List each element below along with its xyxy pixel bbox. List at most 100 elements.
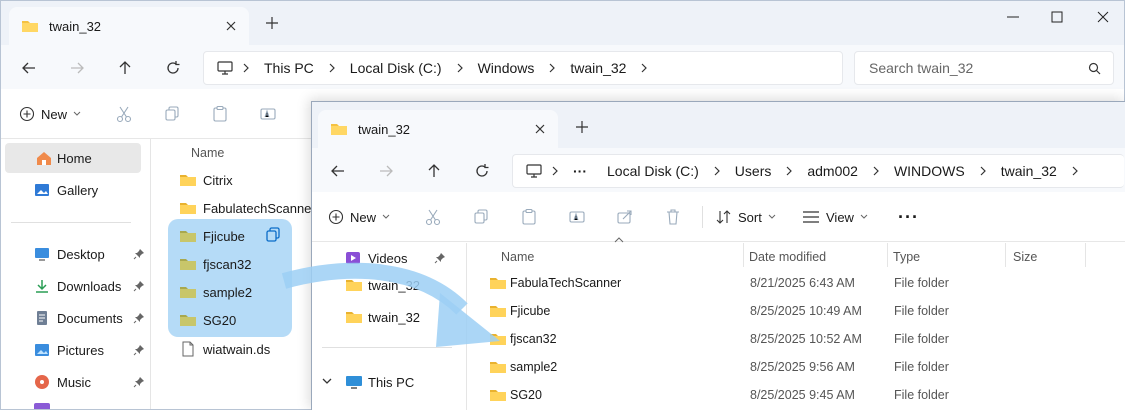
copy-icon[interactable] xyxy=(163,105,181,123)
forward-button[interactable] xyxy=(374,159,398,183)
file-type: File folder xyxy=(894,332,949,346)
new-tab-icon[interactable] xyxy=(573,118,591,136)
new-button[interactable]: New xyxy=(328,205,390,229)
file-type: File folder xyxy=(894,388,949,402)
up-button[interactable] xyxy=(422,159,446,183)
home-icon xyxy=(37,152,51,165)
breadcrumb-item[interactable]: adm002 xyxy=(801,163,864,179)
chevron-right-icon xyxy=(234,63,258,73)
column-header-type[interactable]: Type xyxy=(893,243,920,271)
back-button[interactable] xyxy=(326,159,350,183)
search-input[interactable]: Search twain_32 xyxy=(869,60,973,76)
cut-icon[interactable] xyxy=(115,105,133,123)
nav-item-music[interactable]: Music xyxy=(1,367,147,397)
nav-item-home[interactable]: Home xyxy=(5,143,141,173)
close-window-icon[interactable] xyxy=(1093,9,1113,25)
up-button[interactable] xyxy=(113,56,137,80)
title-bar: twain_32 xyxy=(312,102,1125,148)
file-name: FabulaTechScanner xyxy=(510,276,622,290)
folder-icon xyxy=(331,124,347,135)
list-item[interactable]: sample2 xyxy=(179,278,252,306)
command-bar: New Sort View ··· xyxy=(312,192,1125,242)
address-bar[interactable]: ··· Local Disk (C:) Users adm002 WINDOWS… xyxy=(512,154,1124,188)
computer-icon xyxy=(217,61,233,75)
share-icon[interactable] xyxy=(616,208,634,226)
cut-icon[interactable] xyxy=(424,208,442,226)
pin-icon xyxy=(133,281,144,292)
close-tab-icon[interactable] xyxy=(223,18,239,34)
more-options-button[interactable]: ··· xyxy=(898,205,919,229)
breadcrumb-item[interactable]: Windows xyxy=(472,60,541,76)
table-row[interactable]: Fjicube 8/25/2025 10:49 AM File folder xyxy=(469,297,1125,325)
new-tab-icon[interactable] xyxy=(263,14,281,32)
breadcrumb-item[interactable]: twain_32 xyxy=(995,163,1063,179)
nav-item-this-pc[interactable]: This PC xyxy=(312,367,462,397)
drag-arrow-icon xyxy=(281,262,500,347)
back-button[interactable] xyxy=(17,56,41,80)
list-item[interactable]: Citrix xyxy=(179,166,233,194)
breadcrumb-item[interactable]: Local Disk (C:) xyxy=(601,163,705,179)
nav-label: Desktop xyxy=(57,247,105,262)
nav-item-pictures[interactable]: Pictures xyxy=(1,335,147,365)
paste-icon[interactable] xyxy=(520,208,538,226)
new-button[interactable]: New xyxy=(19,102,81,126)
column-header-date[interactable]: Date modified xyxy=(749,243,826,271)
breadcrumb-item[interactable]: This PC xyxy=(258,60,320,76)
breadcrumb-item[interactable]: twain_32 xyxy=(564,60,632,76)
sort-button[interactable]: Sort xyxy=(716,205,776,229)
date-modified: 8/25/2025 9:45 AM xyxy=(750,388,855,402)
chevron-down-icon xyxy=(73,111,81,116)
refresh-icon xyxy=(167,61,180,74)
refresh-button[interactable] xyxy=(161,56,185,80)
column-header-size[interactable]: Size xyxy=(1013,243,1037,271)
delete-icon[interactable] xyxy=(664,208,682,226)
tab-twain-32[interactable]: twain_32 xyxy=(9,7,249,45)
paste-icon[interactable] xyxy=(211,105,229,123)
nav-label: This PC xyxy=(368,375,415,390)
list-item[interactable]: wiatwain.ds xyxy=(179,335,270,363)
list-item[interactable]: fjscan32 xyxy=(179,250,251,278)
chevron-right-icon xyxy=(971,166,995,176)
maximize-icon[interactable] xyxy=(1047,9,1067,25)
table-row[interactable]: fjscan32 8/25/2025 10:52 AM File folder xyxy=(469,325,1125,353)
computer-icon xyxy=(526,164,542,178)
copy-icon[interactable] xyxy=(472,208,490,226)
chevron-right-icon xyxy=(448,63,472,73)
folder-icon xyxy=(180,231,196,242)
file-name: FabulatechScanner xyxy=(203,200,316,216)
nav-item-documents[interactable]: Documents xyxy=(1,303,147,333)
nav-item-downloads[interactable]: Downloads xyxy=(1,271,147,301)
chevron-down-icon[interactable] xyxy=(322,378,332,386)
breadcrumb-item[interactable]: Local Disk (C:) xyxy=(344,60,448,76)
search-box[interactable]: Search twain_32 xyxy=(854,51,1114,85)
address-bar[interactable]: This PC Local Disk (C:) Windows twain_32 xyxy=(203,51,843,85)
view-button[interactable]: View xyxy=(802,205,868,229)
nav-item-gallery[interactable]: Gallery xyxy=(1,175,147,205)
rename-icon[interactable] xyxy=(259,105,277,123)
toolbar-divider xyxy=(702,206,703,228)
close-tab-icon[interactable] xyxy=(532,121,548,137)
nav-label: Documents xyxy=(57,311,123,326)
minimize-icon[interactable] xyxy=(1003,9,1023,25)
breadcrumb-overflow[interactable]: ··· xyxy=(567,163,593,179)
table-row[interactable]: SG20 8/25/2025 9:45 AM File folder xyxy=(469,381,1125,409)
nav-label: Downloads xyxy=(57,279,122,294)
chevron-right-icon xyxy=(320,63,344,73)
breadcrumb-item[interactable]: WINDOWS xyxy=(888,163,971,179)
breadcrumb-item[interactable]: Users xyxy=(729,163,778,179)
folder-icon xyxy=(22,21,38,32)
folder-icon xyxy=(180,175,196,186)
forward-button[interactable] xyxy=(65,56,89,80)
tab-twain-32[interactable]: twain_32 xyxy=(318,110,558,148)
pin-icon xyxy=(133,377,144,388)
table-row[interactable]: FabulaTechScanner 8/21/2025 6:43 AM File… xyxy=(469,269,1125,297)
list-item[interactable]: SG20 xyxy=(179,306,236,334)
refresh-button[interactable] xyxy=(470,159,494,183)
column-header-name[interactable]: Name xyxy=(191,139,224,167)
table-row[interactable]: sample2 8/25/2025 9:56 AM File folder xyxy=(469,353,1125,381)
list-item[interactable]: Fjicube xyxy=(179,222,245,250)
file-name: sample2 xyxy=(203,284,253,300)
rename-icon[interactable] xyxy=(568,208,586,226)
list-item[interactable]: FabulatechScanner xyxy=(179,194,316,222)
nav-item-desktop[interactable]: Desktop xyxy=(1,239,147,269)
